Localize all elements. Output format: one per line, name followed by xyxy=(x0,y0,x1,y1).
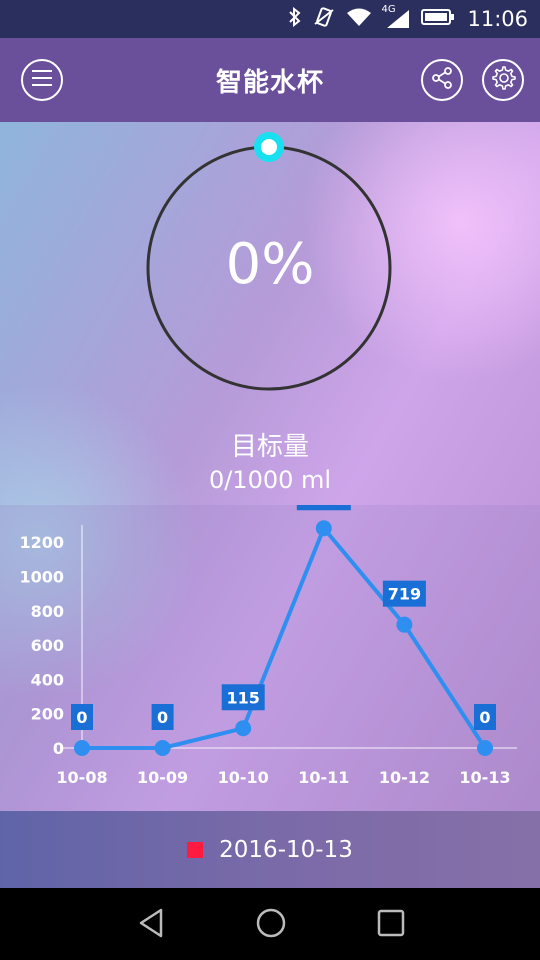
progress-percent: 0% xyxy=(225,232,315,297)
wifi-icon xyxy=(345,7,373,32)
share-icon xyxy=(430,66,454,94)
y-tick-label: 800 xyxy=(31,602,64,621)
legend-bar: 2016-10-13 xyxy=(0,811,540,888)
x-tick-label: 10-09 xyxy=(137,768,188,787)
y-tick-label: 600 xyxy=(31,636,64,655)
x-tick-label: 10-08 xyxy=(56,768,107,787)
data-label: 719 xyxy=(388,585,421,604)
back-icon[interactable] xyxy=(136,906,166,944)
data-label: 1281 xyxy=(302,505,347,507)
target-value: 0/1000 ml xyxy=(208,466,332,494)
share-button[interactable] xyxy=(421,59,463,101)
x-tick-label: 10-10 xyxy=(218,768,269,787)
data-point xyxy=(235,720,252,737)
recents-icon[interactable] xyxy=(376,906,406,944)
progress-knob-center xyxy=(261,139,277,155)
legend-swatch xyxy=(187,841,204,858)
series-line xyxy=(82,526,487,750)
data-label: 115 xyxy=(226,688,259,707)
chart-panel: 0 200 400 600 800 1000 1200 10-08 10-09 10-10 10-1… xyxy=(0,484,540,811)
settings-button[interactable] xyxy=(482,59,524,101)
battery-icon xyxy=(421,8,455,31)
data-point xyxy=(396,616,413,633)
y-tick-label: 400 xyxy=(31,670,64,689)
data-label: 0 xyxy=(157,708,168,727)
vibrate-icon xyxy=(313,6,335,32)
gear-icon xyxy=(490,65,516,95)
navigation-bar xyxy=(0,888,540,960)
status-bar: 4G 11:06 xyxy=(0,0,540,38)
main-area: 0% 目标量 0/1000 ml 0 200 400 600 800 1000 1200 10… xyxy=(0,122,540,811)
x-tick-label: 10-11 xyxy=(298,768,349,787)
x-tick-label: 10-12 xyxy=(379,768,430,787)
data-point xyxy=(477,740,493,756)
bluetooth-icon xyxy=(287,6,303,32)
data-label: 0 xyxy=(479,708,490,727)
data-label: 0 xyxy=(76,708,87,727)
clock: 11:06 xyxy=(467,7,528,31)
data-point xyxy=(74,740,90,756)
y-tick-label: 1000 xyxy=(19,567,64,586)
data-point xyxy=(315,520,332,537)
signal-icon: 4G xyxy=(381,4,411,30)
x-tick-label: 10-13 xyxy=(459,768,510,787)
app-bar: 智能水杯 xyxy=(0,38,540,122)
network-type: 4G xyxy=(381,4,396,15)
home-icon[interactable] xyxy=(255,906,287,944)
target-label: 目标量 xyxy=(230,432,309,462)
legend-label: 2016-10-13 xyxy=(219,836,353,863)
y-tick-label: 0 xyxy=(53,739,64,758)
y-tick-label: 200 xyxy=(31,705,64,724)
y-tick-label: 1200 xyxy=(19,533,64,552)
data-point xyxy=(154,740,171,756)
intake-line-chart: 0 200 400 600 800 1000 1200 10-08 10-09 10-10 10-1… xyxy=(19,484,517,787)
